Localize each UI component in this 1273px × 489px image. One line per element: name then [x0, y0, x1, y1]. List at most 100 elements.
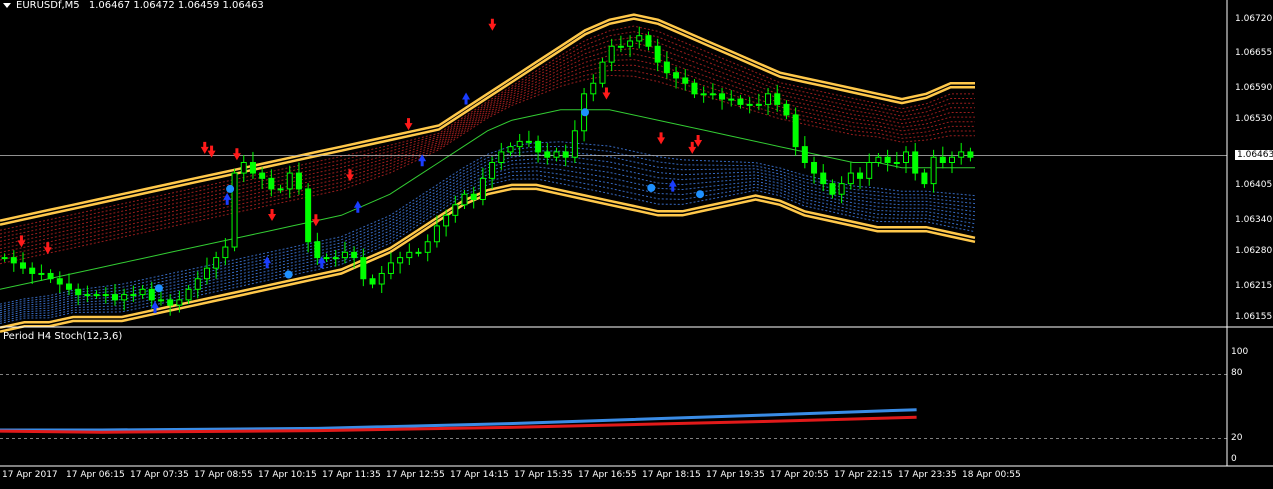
collapse-triangle-icon[interactable]: [3, 2, 11, 8]
candle-body: [360, 257, 367, 280]
candle-body: [553, 151, 560, 158]
candle-body: [231, 172, 238, 248]
buy-dot-icon: [696, 190, 705, 199]
x-tick-label: 17 Apr 14:15: [450, 470, 509, 480]
y-tick-label: 1.06590: [1235, 82, 1273, 93]
candle-body: [801, 146, 808, 163]
candle-body: [847, 172, 854, 185]
candle-body: [535, 140, 542, 153]
candle-body: [636, 35, 643, 42]
x-tick-label: 17 Apr 10:15: [258, 470, 317, 480]
y-tick-label: 1.06530: [1235, 114, 1273, 125]
candle-body: [949, 156, 956, 163]
candle-body: [709, 93, 716, 96]
candle-body: [875, 156, 882, 163]
candle-body: [194, 278, 201, 290]
sell-arrow-icon: [688, 141, 697, 154]
x-tick-label: 17 Apr 06:15: [66, 470, 125, 480]
stoch-y-tick-label: 20: [1231, 432, 1243, 443]
upper-fill-line: [0, 36, 975, 239]
sell-arrow-icon: [602, 87, 611, 100]
candle-body: [783, 103, 790, 116]
upper-fill-line: [0, 59, 975, 253]
ohlc-values: 1.06467 1.06472 1.06459 1.06463: [88, 0, 264, 11]
candle-body: [148, 288, 155, 301]
y-tick-label: 1.06215: [1235, 280, 1273, 291]
symbol-label: EURUSDf,M5: [16, 0, 80, 11]
candle-body: [268, 177, 275, 190]
stoch-y-tick-label: 80: [1231, 368, 1243, 379]
candle-body: [111, 294, 118, 301]
candle-body: [406, 251, 413, 259]
candle-body: [958, 151, 965, 158]
candle-body: [130, 294, 137, 297]
candle-body: [719, 93, 726, 100]
price-chart-canvas[interactable]: [0, 0, 1273, 489]
x-tick-label: 17 Apr 18:15: [642, 470, 701, 480]
stoch-y-tick-label: 100: [1231, 347, 1249, 357]
candle-body: [10, 257, 17, 264]
candle-body: [903, 151, 910, 164]
y-tick-label: 1.06655: [1235, 48, 1273, 59]
upper-fill-line: [0, 25, 975, 231]
candle-body: [249, 162, 256, 174]
candle-body: [185, 288, 192, 301]
candle-body: [792, 114, 799, 148]
candle-body: [65, 283, 72, 290]
candle-body: [452, 204, 459, 216]
x-tick-label: 17 Apr 15:35: [514, 470, 573, 480]
candle-body: [295, 172, 302, 190]
candle-body: [305, 188, 312, 243]
candle-body: [84, 294, 91, 297]
indicator-title: Period H4 Stoch(12,3,6): [3, 331, 123, 342]
candle-body: [682, 77, 689, 84]
candle-body: [967, 151, 974, 158]
chart-header: EURUSDf,M5 1.06467 1.06472 1.06459 1.064…: [3, 0, 264, 11]
candle-body: [75, 288, 82, 296]
sell-arrow-icon: [268, 208, 277, 221]
candle-body: [19, 262, 26, 269]
candle-body: [838, 183, 845, 195]
buy-arrow-icon: [223, 192, 232, 205]
lower-fill-line: [0, 158, 976, 314]
candle-body: [93, 294, 100, 297]
lower-band-line: [0, 187, 976, 333]
candle-body: [866, 162, 873, 179]
candle-body: [608, 45, 615, 63]
lower-fill-line: [0, 141, 976, 305]
candle-body: [424, 241, 431, 253]
candle-body: [443, 214, 450, 227]
candle-body: [571, 130, 578, 158]
sell-arrow-icon: [17, 235, 26, 248]
x-tick-label: 17 Apr 23:35: [898, 470, 957, 480]
x-tick-label: 17 Apr 19:35: [706, 470, 765, 480]
candle-body: [893, 162, 900, 164]
x-tick-label: 17 Apr 08:55: [194, 470, 253, 480]
x-tick-label: 17 Apr 16:55: [578, 470, 637, 480]
candle-body: [728, 98, 735, 101]
candle-body: [599, 61, 606, 84]
buy-dot-icon: [581, 108, 589, 117]
sell-arrow-icon: [43, 242, 52, 255]
candle-body: [341, 251, 348, 259]
candle-body: [654, 45, 661, 63]
sell-arrow-icon: [488, 18, 497, 31]
candle-body: [829, 183, 836, 195]
candle-body: [369, 278, 376, 285]
sell-arrow-icon: [694, 135, 703, 148]
candle-body: [1, 257, 8, 260]
candle-body: [884, 156, 891, 163]
candle-body: [617, 45, 624, 48]
candle-body: [203, 267, 210, 280]
sell-arrow-icon: [200, 141, 209, 154]
upper-fill-line: [0, 74, 975, 265]
candle-body: [470, 193, 477, 200]
y-tick-label: 1.06340: [1235, 214, 1273, 225]
buy-arrow-icon: [418, 154, 427, 167]
lower-fill-line: [0, 162, 976, 316]
y-tick-label: 1.06720: [1235, 13, 1273, 24]
candle-body: [544, 151, 551, 158]
candle-body: [691, 82, 698, 95]
candle-body: [259, 172, 266, 179]
candle-body: [332, 257, 339, 260]
